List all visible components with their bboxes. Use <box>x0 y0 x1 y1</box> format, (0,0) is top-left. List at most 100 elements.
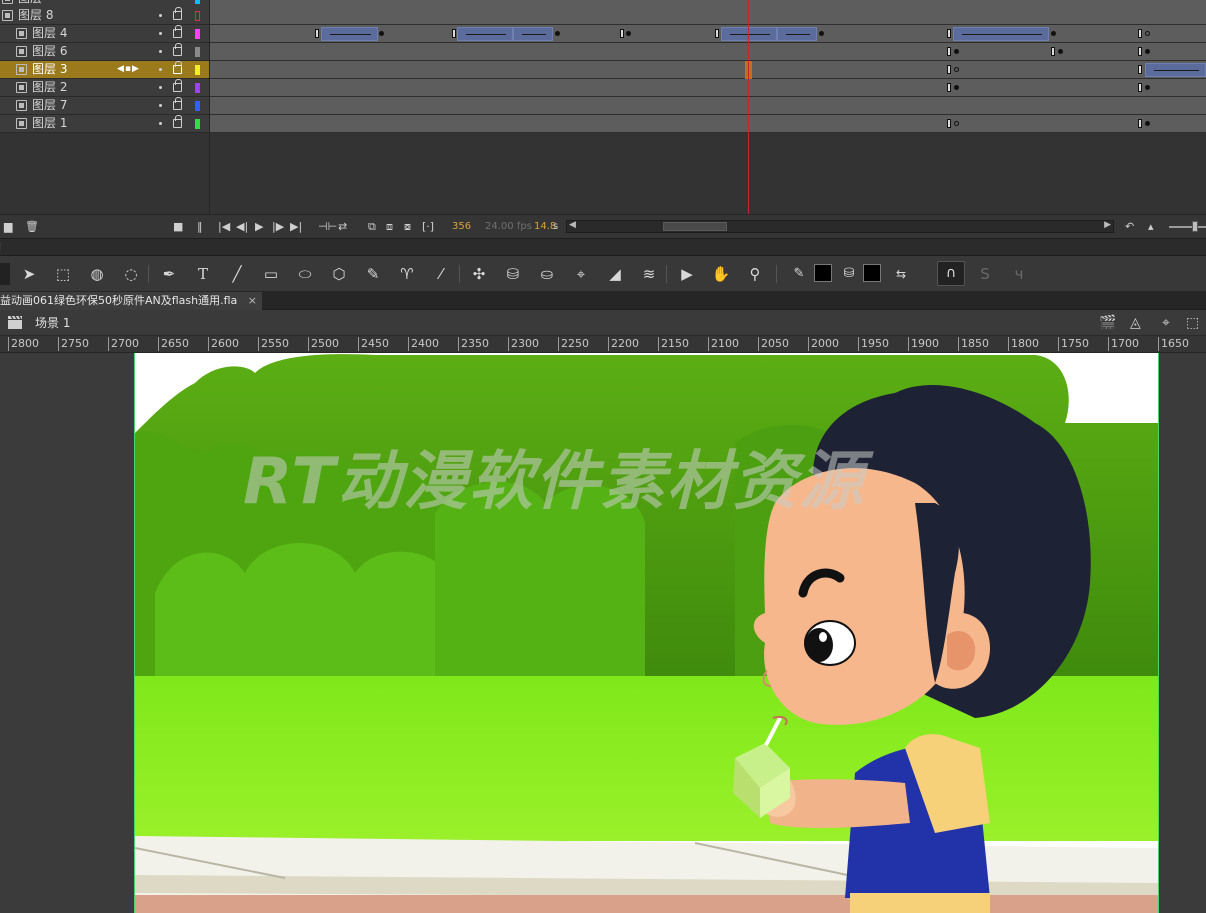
motion-tween[interactable] <box>457 27 513 41</box>
center-stage-icon[interactable]: ⌖ <box>1162 315 1170 331</box>
line-tool-icon[interactable]: ╱ <box>226 263 248 285</box>
lasso-tool-icon[interactable]: ◌ <box>120 263 142 285</box>
camera-tool-icon[interactable]: ▶ <box>676 263 698 285</box>
layer-row[interactable]: 图层 7 <box>0 97 209 115</box>
keyframe[interactable] <box>1145 85 1150 90</box>
lock-icon[interactable] <box>173 79 182 92</box>
brush-tool-icon[interactable]: ♈ <box>396 263 418 285</box>
motion-tween[interactable] <box>721 27 777 41</box>
stroke-color-swatch[interactable] <box>814 264 832 282</box>
layer-outline-color[interactable] <box>195 101 200 111</box>
keyframe[interactable] <box>626 31 631 36</box>
frame-zoom-slider[interactable] <box>1169 226 1206 228</box>
edit-multiple-frames-icon[interactable]: ⧇ <box>404 220 411 234</box>
keyframe[interactable] <box>947 47 951 56</box>
layer-outline-color[interactable] <box>195 47 200 57</box>
keyframe[interactable] <box>1051 47 1055 56</box>
visibility-dot[interactable] <box>159 122 162 125</box>
layer-outline-color[interactable] <box>195 83 200 93</box>
text-tool-icon[interactable]: T <box>192 263 214 285</box>
layer-row[interactable]: 图层 2 <box>0 79 209 97</box>
document-tab[interactable]: 益动画061绿色环保50秒原件AN及flash通用.fla × <box>0 292 262 310</box>
frame-row[interactable] <box>210 25 1206 43</box>
loop-icon[interactable]: ⇄ <box>338 220 347 234</box>
keyframe[interactable] <box>1138 83 1142 92</box>
first-frame-icon[interactable]: |◀ <box>218 220 230 234</box>
keyframe[interactable] <box>715 29 719 38</box>
keyframe[interactable] <box>620 29 624 38</box>
motion-tween[interactable] <box>321 27 378 41</box>
edit-symbols-icon[interactable]: ◬ <box>1130 315 1141 331</box>
layer-outline-color[interactable] <box>195 29 200 39</box>
scrollbar-thumb[interactable] <box>663 222 727 231</box>
layer-outline-color[interactable] <box>195 11 200 21</box>
close-tab-icon[interactable]: × <box>248 292 257 309</box>
edit-scene-icon[interactable]: 🎬 <box>1099 315 1116 331</box>
layer-row-selected[interactable]: 图层 3 ◀▪▶ <box>0 61 209 79</box>
keyframe[interactable] <box>1145 49 1150 54</box>
keyframe[interactable] <box>1138 65 1142 74</box>
motion-tween[interactable] <box>513 27 553 41</box>
bone-tool-icon[interactable]: ✣ <box>468 263 490 285</box>
keyframe[interactable] <box>954 85 959 90</box>
play-icon[interactable]: ▶ <box>255 220 263 234</box>
keyframe[interactable] <box>1138 119 1142 128</box>
oval-tool-icon[interactable]: ⬭ <box>294 263 316 285</box>
keyframe[interactable] <box>1138 29 1142 38</box>
fps-value[interactable]: 24.00 fps <box>485 220 532 234</box>
layer-outline-color[interactable] <box>195 0 200 4</box>
swap-colors-icon[interactable]: ⇆ <box>890 263 912 285</box>
layer-row[interactable]: 图层 6 <box>0 43 209 61</box>
clip-content-icon[interactable]: ⬚ <box>1186 315 1199 331</box>
motion-tween[interactable] <box>777 27 817 41</box>
keyframe[interactable] <box>1051 31 1056 36</box>
frame-row[interactable] <box>210 97 1206 115</box>
smooth-icon[interactable]: S <box>974 263 996 285</box>
visibility-dot[interactable] <box>159 68 162 71</box>
keyframe[interactable] <box>819 31 824 36</box>
visibility-dot[interactable] <box>159 32 162 35</box>
eraser-tool-icon[interactable]: ◢ <box>604 263 626 285</box>
toolbar-grip[interactable] <box>0 263 10 285</box>
ink-bottle-tool-icon[interactable]: ⛀ <box>536 263 558 285</box>
visibility-dot[interactable] <box>159 86 162 89</box>
layer-row[interactable]: 图层 4 <box>0 25 209 43</box>
lock-icon[interactable] <box>173 25 182 38</box>
scroll-right-icon[interactable]: ▶ <box>1104 220 1111 230</box>
keyframe[interactable] <box>1145 121 1150 126</box>
layer-outline-color[interactable] <box>195 119 200 129</box>
current-frame-value[interactable]: 356 <box>452 220 471 234</box>
layer-outline-color[interactable] <box>195 65 200 75</box>
lock-icon[interactable] <box>173 7 182 20</box>
subselection-tool-icon[interactable]: ⬚ <box>52 263 74 285</box>
center-frame-icon[interactable]: ⊣⊢ <box>318 220 337 234</box>
scene-label[interactable]: 场景 1 <box>35 316 70 330</box>
layer-row[interactable]: 图层 8 <box>0 7 209 25</box>
paint-brush-tool-icon[interactable]: ⁄ <box>430 263 452 285</box>
pencil-tool-icon[interactable]: ✎ <box>362 263 384 285</box>
keyframe[interactable] <box>947 65 951 74</box>
motion-tween[interactable] <box>1145 63 1206 77</box>
keyframe[interactable] <box>947 119 951 128</box>
keyframe[interactable] <box>1138 47 1142 56</box>
keyframe[interactable] <box>555 31 560 36</box>
playhead[interactable] <box>748 0 749 214</box>
modify-markers-icon[interactable]: [·] <box>422 220 434 234</box>
visibility-dot[interactable] <box>159 104 162 107</box>
selection-tool-icon[interactable]: ➤ <box>18 263 40 285</box>
zoom-tool-icon[interactable]: ⚲ <box>744 263 766 285</box>
keyframe[interactable] <box>947 29 951 38</box>
delete-layer-icon[interactable]: 🗑 <box>25 220 39 234</box>
fit-timeline-icon[interactable]: ↶ <box>1125 220 1134 234</box>
frame-row[interactable] <box>210 79 1206 97</box>
empty-keyframe[interactable] <box>954 67 959 72</box>
scroll-left-icon[interactable]: ◀ <box>569 220 576 230</box>
keyframe[interactable] <box>947 83 951 92</box>
frame-row[interactable] <box>210 115 1206 133</box>
last-frame-icon[interactable]: ▶| <box>290 220 302 234</box>
visibility-dot[interactable] <box>159 50 162 53</box>
pause-icon[interactable]: ‖ <box>197 220 203 234</box>
timeline-frames[interactable] <box>210 0 1206 214</box>
step-back-icon[interactable]: ◀| <box>236 220 248 234</box>
timeline-scrollbar[interactable]: ◀ ▶ <box>566 220 1114 233</box>
